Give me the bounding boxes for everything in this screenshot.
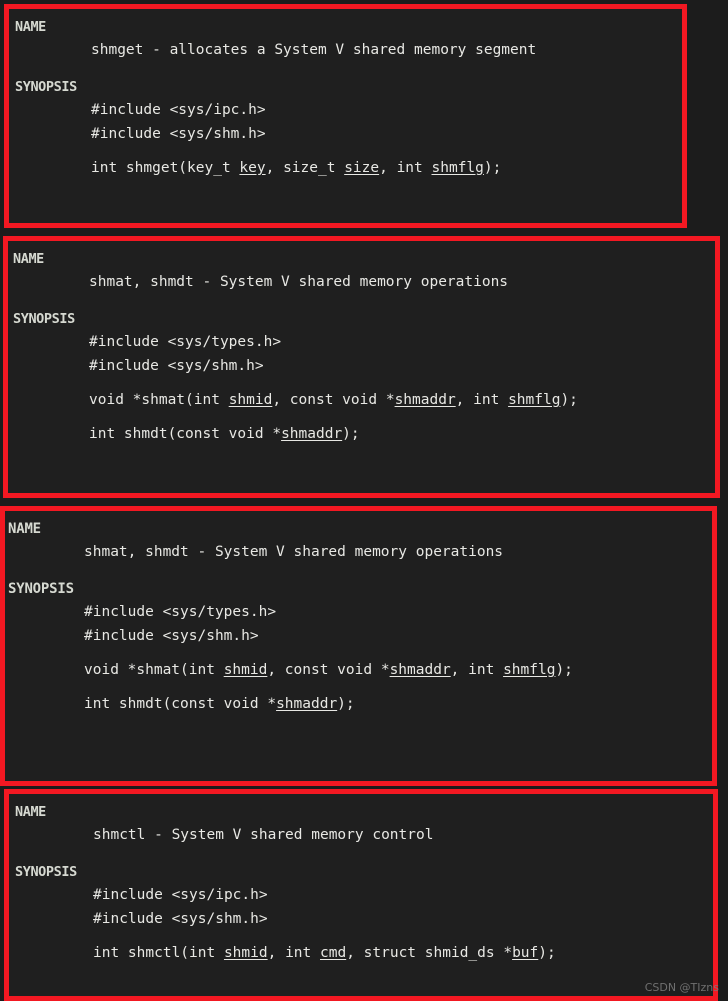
synopsis-section-heading: SYNOPSIS bbox=[8, 581, 74, 597]
signature-text: ); bbox=[342, 426, 360, 442]
signature-spacer bbox=[15, 931, 713, 941]
manpage-block-4: NAME shmctl - System V shared memory cont… bbox=[4, 789, 718, 1001]
signature-parameter: shmid bbox=[228, 392, 273, 408]
signature-parameter: shmflg bbox=[503, 662, 556, 678]
function-signature: void *shmat(int shmid, const void *shmad… bbox=[8, 658, 712, 682]
include-directive: #include <sys/types.h> bbox=[84, 604, 277, 620]
manpage-screenshot: NAME shmget - allocates a System V shared… bbox=[0, 0, 728, 1001]
signature-text: ); bbox=[538, 945, 556, 961]
function-signature: int shmdt(const void *shmaddr); bbox=[8, 692, 712, 716]
include-directive: #include <sys/shm.h> bbox=[84, 628, 259, 644]
signature-parameter: shmid bbox=[223, 945, 268, 961]
signature-parameter: buf bbox=[512, 945, 539, 961]
signature-spacer bbox=[8, 648, 712, 658]
signature-text: int shmget(key_t bbox=[91, 160, 240, 176]
signature-spacer bbox=[13, 378, 715, 388]
signature-text: , struct shmid_ds * bbox=[346, 945, 513, 961]
signature-parameter: shmflg bbox=[508, 392, 561, 408]
signature-text: ); bbox=[555, 662, 573, 678]
signature-text: , int bbox=[455, 392, 509, 408]
manpage-block-content: NAME shmctl - System V shared memory cont… bbox=[9, 794, 713, 965]
signature-parameter: shmflg bbox=[431, 160, 484, 176]
include-directive: #include <sys/shm.h> bbox=[93, 911, 268, 927]
include-directive: #include <sys/shm.h> bbox=[91, 126, 266, 142]
name-section-body: shmat, shmdt - System V shared memory op… bbox=[89, 274, 509, 290]
signature-text: , int bbox=[379, 160, 432, 176]
signature-spacer bbox=[8, 682, 712, 692]
signature-parameter: shmaddr bbox=[276, 696, 338, 712]
signature-text: , size_t bbox=[265, 160, 345, 176]
manpage-block-content: NAME shmat, shmdt - System V shared memor… bbox=[5, 511, 712, 716]
function-signature: int shmdt(const void *shmaddr); bbox=[13, 422, 715, 446]
signature-text: void *shmat(int bbox=[84, 662, 224, 678]
signature-parameter: shmaddr bbox=[389, 662, 451, 678]
signature-text: void *shmat(int bbox=[89, 392, 229, 408]
signature-parameter: key bbox=[239, 160, 266, 176]
signature-text: , const void * bbox=[272, 392, 395, 408]
function-signature: int shmctl(int shmid, int cmd, struct sh… bbox=[15, 941, 713, 965]
function-signature: void *shmat(int shmid, const void *shmad… bbox=[13, 388, 715, 412]
synopsis-section-heading: SYNOPSIS bbox=[15, 79, 77, 95]
manpage-block-2: NAME shmat, shmdt - System V shared memor… bbox=[3, 236, 720, 498]
name-section-body: shmat, shmdt - System V shared memory op… bbox=[84, 544, 504, 560]
synopsis-section-heading: SYNOPSIS bbox=[13, 311, 75, 327]
signature-parameter: cmd bbox=[320, 945, 347, 961]
name-section-heading: NAME bbox=[13, 251, 44, 267]
include-directive: #include <sys/ipc.h> bbox=[93, 887, 268, 903]
manpage-block-content: NAME shmget - allocates a System V shared… bbox=[9, 9, 682, 180]
name-section-heading: NAME bbox=[15, 804, 46, 820]
signature-parameter: size bbox=[344, 160, 380, 176]
signature-parameter: shmid bbox=[223, 662, 268, 678]
function-signature: int shmget(key_t key, size_t size, int s… bbox=[15, 156, 682, 180]
signature-parameter: shmaddr bbox=[394, 392, 456, 408]
name-section-heading: NAME bbox=[8, 521, 41, 537]
signature-parameter: shmaddr bbox=[281, 426, 343, 442]
manpage-block-3: NAME shmat, shmdt - System V shared memor… bbox=[0, 506, 717, 786]
signature-spacer bbox=[15, 146, 682, 156]
signature-text: ); bbox=[337, 696, 355, 712]
name-section-heading: NAME bbox=[15, 19, 46, 35]
signature-text: int shmdt(const void * bbox=[89, 426, 282, 442]
include-directive: #include <sys/types.h> bbox=[89, 334, 282, 350]
signature-text: ); bbox=[483, 160, 502, 176]
synopsis-section-heading: SYNOPSIS bbox=[15, 864, 77, 880]
include-directive: #include <sys/shm.h> bbox=[89, 358, 264, 374]
signature-text: , const void * bbox=[267, 662, 390, 678]
manpage-block-1: NAME shmget - allocates a System V shared… bbox=[4, 4, 687, 228]
include-directive: #include <sys/ipc.h> bbox=[91, 102, 266, 118]
name-section-body: shmctl - System V shared memory control bbox=[93, 827, 434, 843]
signature-text: ); bbox=[560, 392, 578, 408]
signature-text: int shmctl(int bbox=[93, 945, 224, 961]
name-section-body: shmget - allocates a System V shared mem… bbox=[91, 42, 537, 58]
signature-text: int shmdt(const void * bbox=[84, 696, 277, 712]
signature-text: , int bbox=[267, 945, 320, 961]
manpage-block-content: NAME shmat, shmdt - System V shared memor… bbox=[8, 241, 715, 446]
signature-spacer bbox=[13, 412, 715, 422]
signature-text: , int bbox=[450, 662, 504, 678]
